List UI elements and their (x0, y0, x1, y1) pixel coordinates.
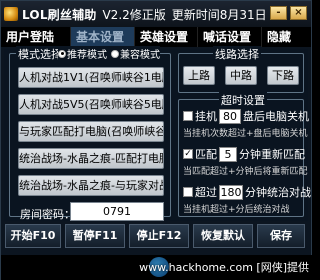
minimize-button[interactable]: - (270, 6, 287, 20)
dominion-hint: 当挂机超过+分后统治对战 (183, 205, 290, 215)
lane-legend: 线路选择 (213, 46, 261, 62)
app-window: LOL刷丝辅助 V2.2修正版 更新时间8月31日 - × 用户登陆 基本设置 … (0, 0, 313, 280)
watermark-text: www.hackhome.com [网侠]提供 (139, 261, 309, 274)
match-minutes-input[interactable]: 5 (219, 146, 237, 162)
title-bar: LOL刷丝辅助 V2.2修正版 更新时间8月31日 - × (1, 1, 311, 27)
window-controls: - × (270, 6, 307, 20)
match-suffix: 分钟重新匹配 (239, 148, 305, 161)
tab-hero-settings[interactable]: 英雄设置 (135, 27, 198, 47)
start-button[interactable]: 开始F10 (5, 224, 61, 248)
radio-compatible-label: 兼容模式 (120, 50, 160, 61)
timeout-row-afk: 挂机 80 盘后电脑关机 (183, 108, 309, 124)
radio-compatible[interactable]: 兼容模式 (111, 46, 160, 61)
app-title: LOL刷丝辅助 (22, 7, 97, 22)
match-hint: 当匹配超过+分钟后将重新匹配 (183, 167, 308, 177)
settings-panel: 模式选择 推荐模式 兼容模式 人机对战1V1(召唤师峡谷1电脑) 人机对战5V5… (4, 46, 311, 221)
mode-button-dominion-pvp[interactable]: 统治战场-水晶之痕-与玩家对战 (18, 175, 164, 196)
tab-user-login[interactable]: 用户登陆 (1, 27, 71, 47)
app-logo-icon (4, 7, 18, 21)
mode-button-match-pvp[interactable]: 与玩家匹配打电脑(召唤师峡谷) (18, 121, 164, 142)
dominion-label: 超过 (195, 186, 217, 199)
stop-button[interactable]: 停止F12 (129, 224, 189, 248)
afk-count-input[interactable]: 80 (219, 108, 241, 124)
room-password-label: 房间密码： (20, 208, 75, 221)
radio-recommended-dot[interactable] (58, 49, 66, 58)
radio-recommended[interactable]: 推荐模式 (58, 46, 107, 61)
watermark-strip: www.hackhome.com [网侠]提供 (1, 255, 313, 280)
timeout-row-dominion: 超过 180 分钟统治对战 (183, 184, 311, 200)
afk-suffix: 盘后电脑关机 (243, 110, 309, 123)
mode-button-dominion-ai[interactable]: 统治战场-水晶之痕-匹配打电脑 (18, 148, 164, 169)
radio-recommended-label: 推荐模式 (67, 50, 107, 61)
dominion-minutes-input[interactable]: 180 (219, 184, 243, 200)
room-password-input[interactable]: 0791 (70, 202, 164, 221)
tab-shout-settings[interactable]: 喊话设置 (198, 27, 262, 47)
update-date: 更新时间8月31日 (171, 7, 267, 22)
timeout-row-match: ✓ 匹配 5 分钟重新匹配 (183, 146, 305, 162)
lane-group: 线路选择 上路 中路 下路 (178, 46, 304, 93)
tab-basic-settings[interactable]: 基本设置 (71, 27, 135, 47)
radio-compatible-dot[interactable] (111, 49, 119, 58)
lane-mid-button[interactable]: 中路 (225, 66, 257, 85)
dominion-checkbox[interactable] (183, 187, 193, 197)
mode-legend: 模式选择 (16, 46, 64, 62)
mode-radio-group: 推荐模式 兼容模式 (58, 46, 160, 61)
timeout-group: 超时设置 挂机 80 盘后电脑关机 当挂机次数超过+盘后电脑关机 ✓ 匹配 5 … (178, 92, 311, 217)
tab-bar: 用户登陆 基本设置 英雄设置 喊话设置 隐藏 (1, 27, 311, 47)
restore-default-button[interactable]: 恢复默认 (193, 224, 253, 248)
mode-button-5v5[interactable]: 人机对战5V5(召唤师峡谷5电脑) (18, 94, 164, 115)
match-checkbox[interactable]: ✓ (183, 149, 193, 159)
mode-button-1v1[interactable]: 人机对战1V1(召唤师峡谷1电脑) (18, 67, 164, 88)
afk-checkbox[interactable] (183, 111, 193, 121)
dominion-suffix: 分钟统治对战 (245, 186, 311, 199)
mode-group: 模式选择 推荐模式 兼容模式 人机对战1V1(召唤师峡谷1电脑) 人机对战5V5… (9, 46, 171, 221)
save-button[interactable]: 保存 (257, 224, 305, 248)
lane-bottom-button[interactable]: 下路 (267, 66, 299, 85)
match-label: 匹配 (195, 148, 217, 161)
pause-button[interactable]: 暂停F11 (65, 224, 125, 248)
tab-hide[interactable]: 隐藏 (262, 27, 311, 47)
bottom-toolbar: 开始F10 暂停F11 停止F12 恢复默认 保存 (5, 224, 307, 248)
timeout-legend: 超时设置 (219, 92, 267, 108)
app-version: V2.2修正版 (102, 7, 166, 22)
close-button[interactable]: × (290, 6, 307, 20)
afk-label: 挂机 (195, 110, 217, 123)
lane-top-button[interactable]: 上路 (183, 66, 215, 85)
afk-hint: 当挂机次数超过+盘后电脑关机 (183, 129, 308, 139)
